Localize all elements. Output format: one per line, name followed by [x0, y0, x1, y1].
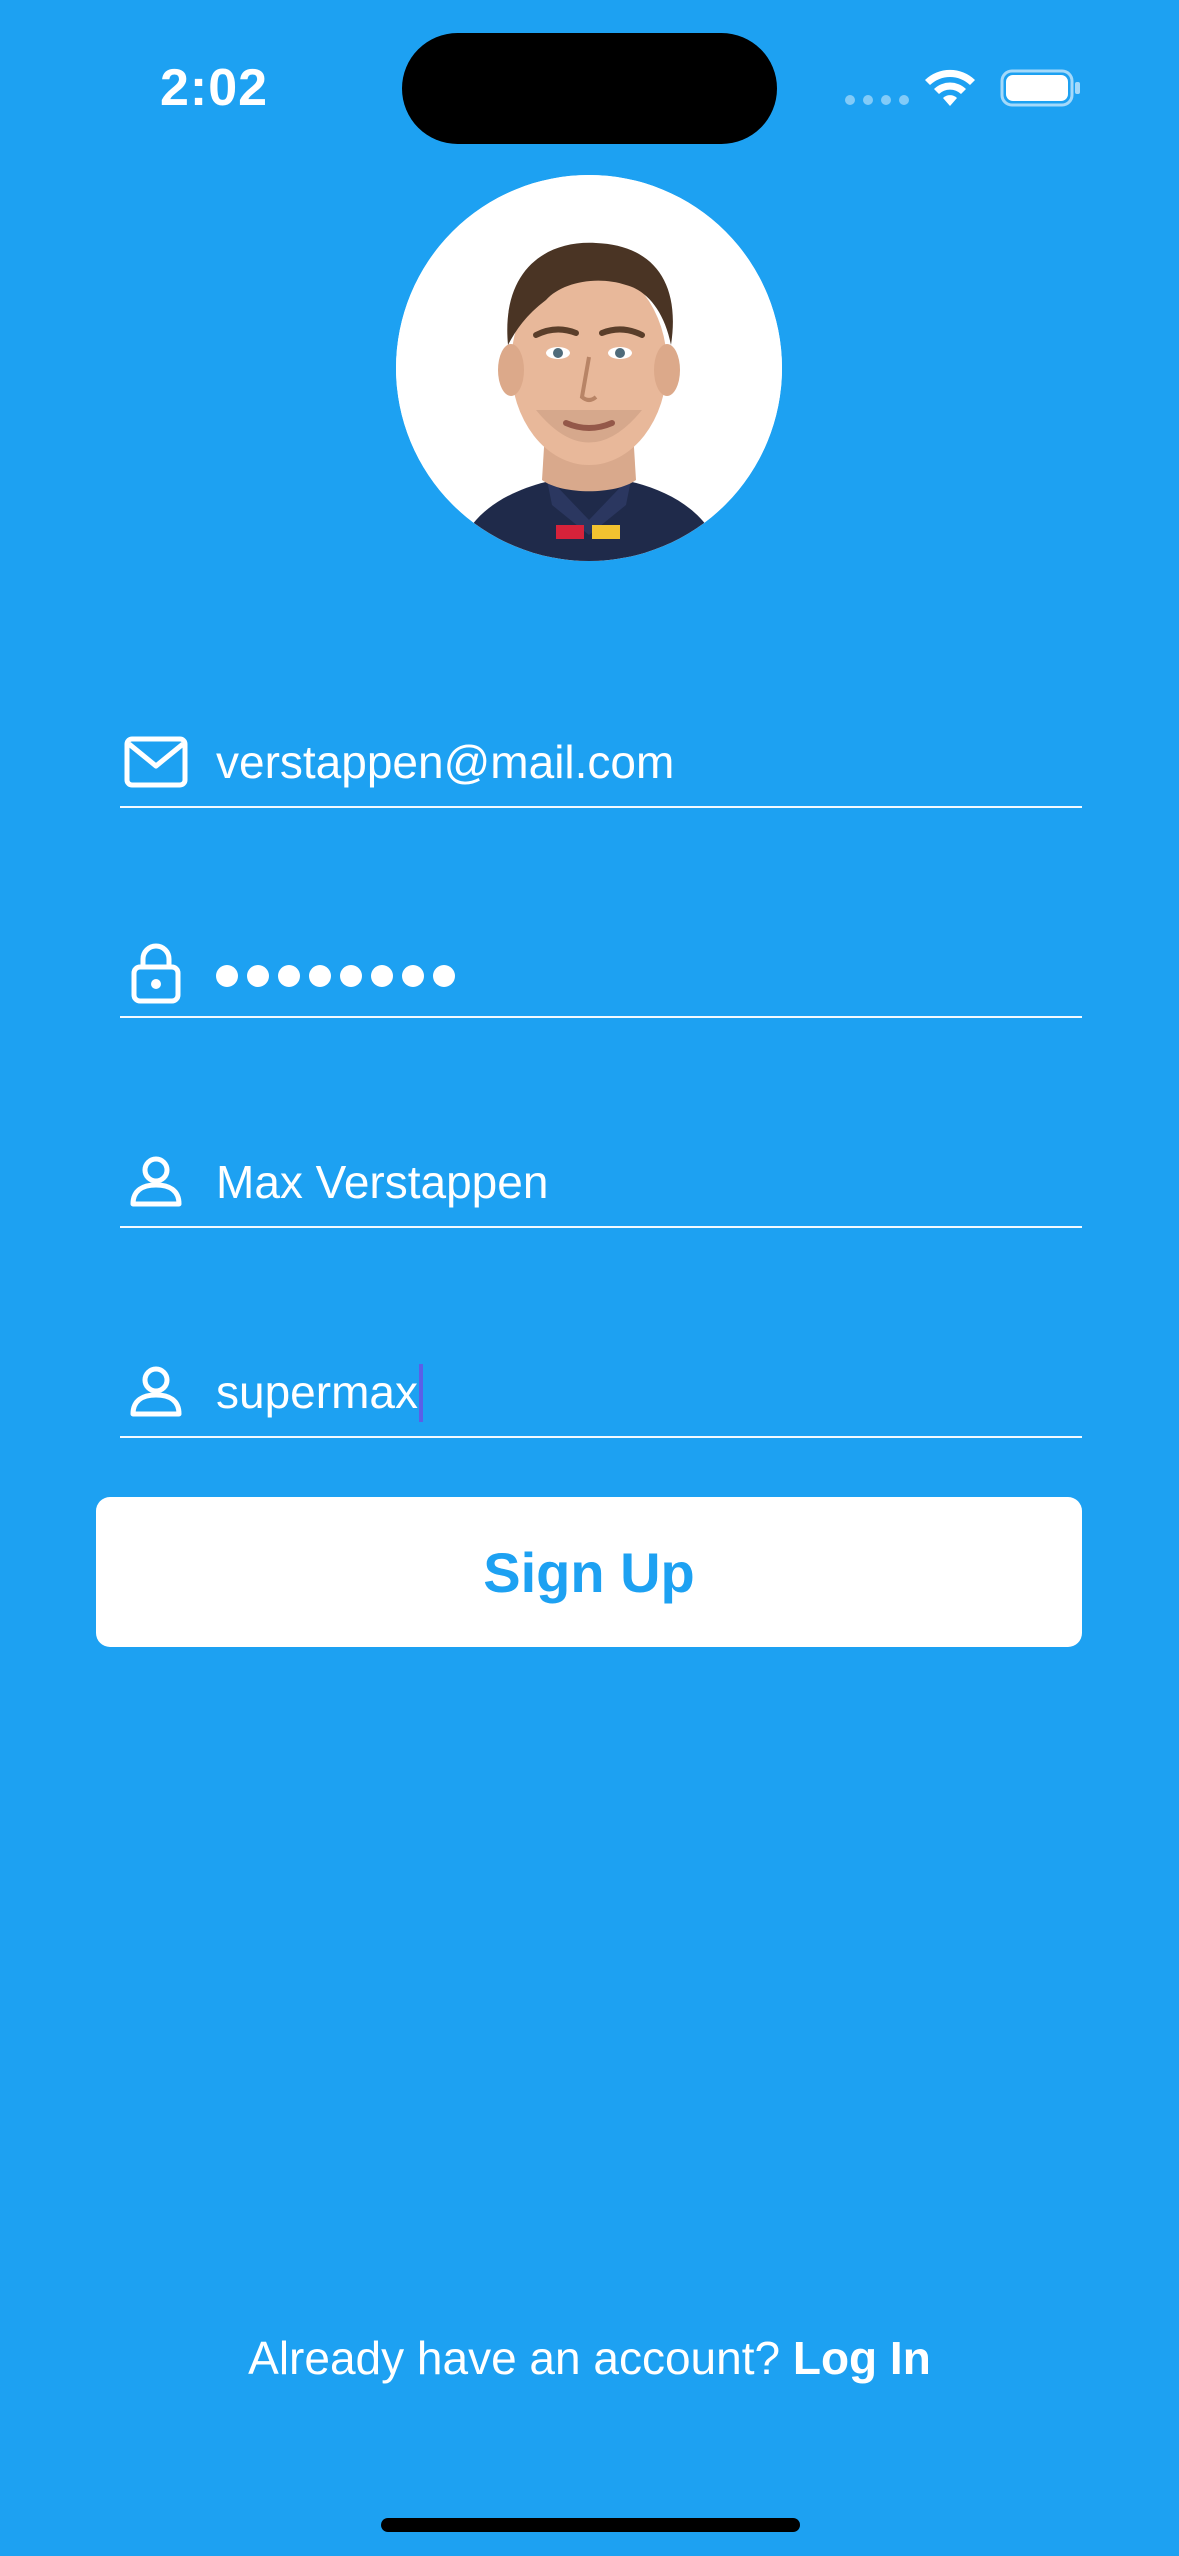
- username-field[interactable]: supermax: [120, 1316, 1082, 1438]
- status-time: 2:02: [160, 59, 269, 117]
- login-prompt: Already have an account? Log In: [0, 2328, 1179, 2388]
- username-text: supermax: [216, 1366, 418, 1418]
- password-field[interactable]: [120, 896, 1082, 1018]
- full-name-field[interactable]: Max Verstappen: [120, 1106, 1082, 1228]
- password-masked-value: [216, 948, 455, 1004]
- text-caret: [418, 1363, 423, 1422]
- battery-icon: [1000, 68, 1082, 108]
- home-indicator[interactable]: [381, 2518, 800, 2532]
- full-name-value: Max Verstappen: [216, 1156, 549, 1208]
- signup-button[interactable]: Sign Up: [96, 1497, 1082, 1647]
- person-icon: [120, 1146, 192, 1218]
- dynamic-island: [402, 33, 777, 144]
- email-value: verstappen@mail.com: [216, 736, 675, 788]
- login-prompt-text: Already have an account?: [248, 2332, 781, 2384]
- profile-photo: [396, 175, 782, 561]
- email-field[interactable]: verstappen@mail.com: [120, 686, 1082, 808]
- cellular-signal-icon: [845, 95, 909, 105]
- envelope-icon: [120, 726, 192, 798]
- lock-icon: [120, 936, 192, 1008]
- profile-avatar[interactable]: [396, 175, 782, 561]
- wifi-icon: [922, 66, 978, 110]
- person-icon: [120, 1356, 192, 1428]
- username-value: supermax: [216, 1363, 423, 1425]
- login-link[interactable]: Log In: [793, 2332, 931, 2384]
